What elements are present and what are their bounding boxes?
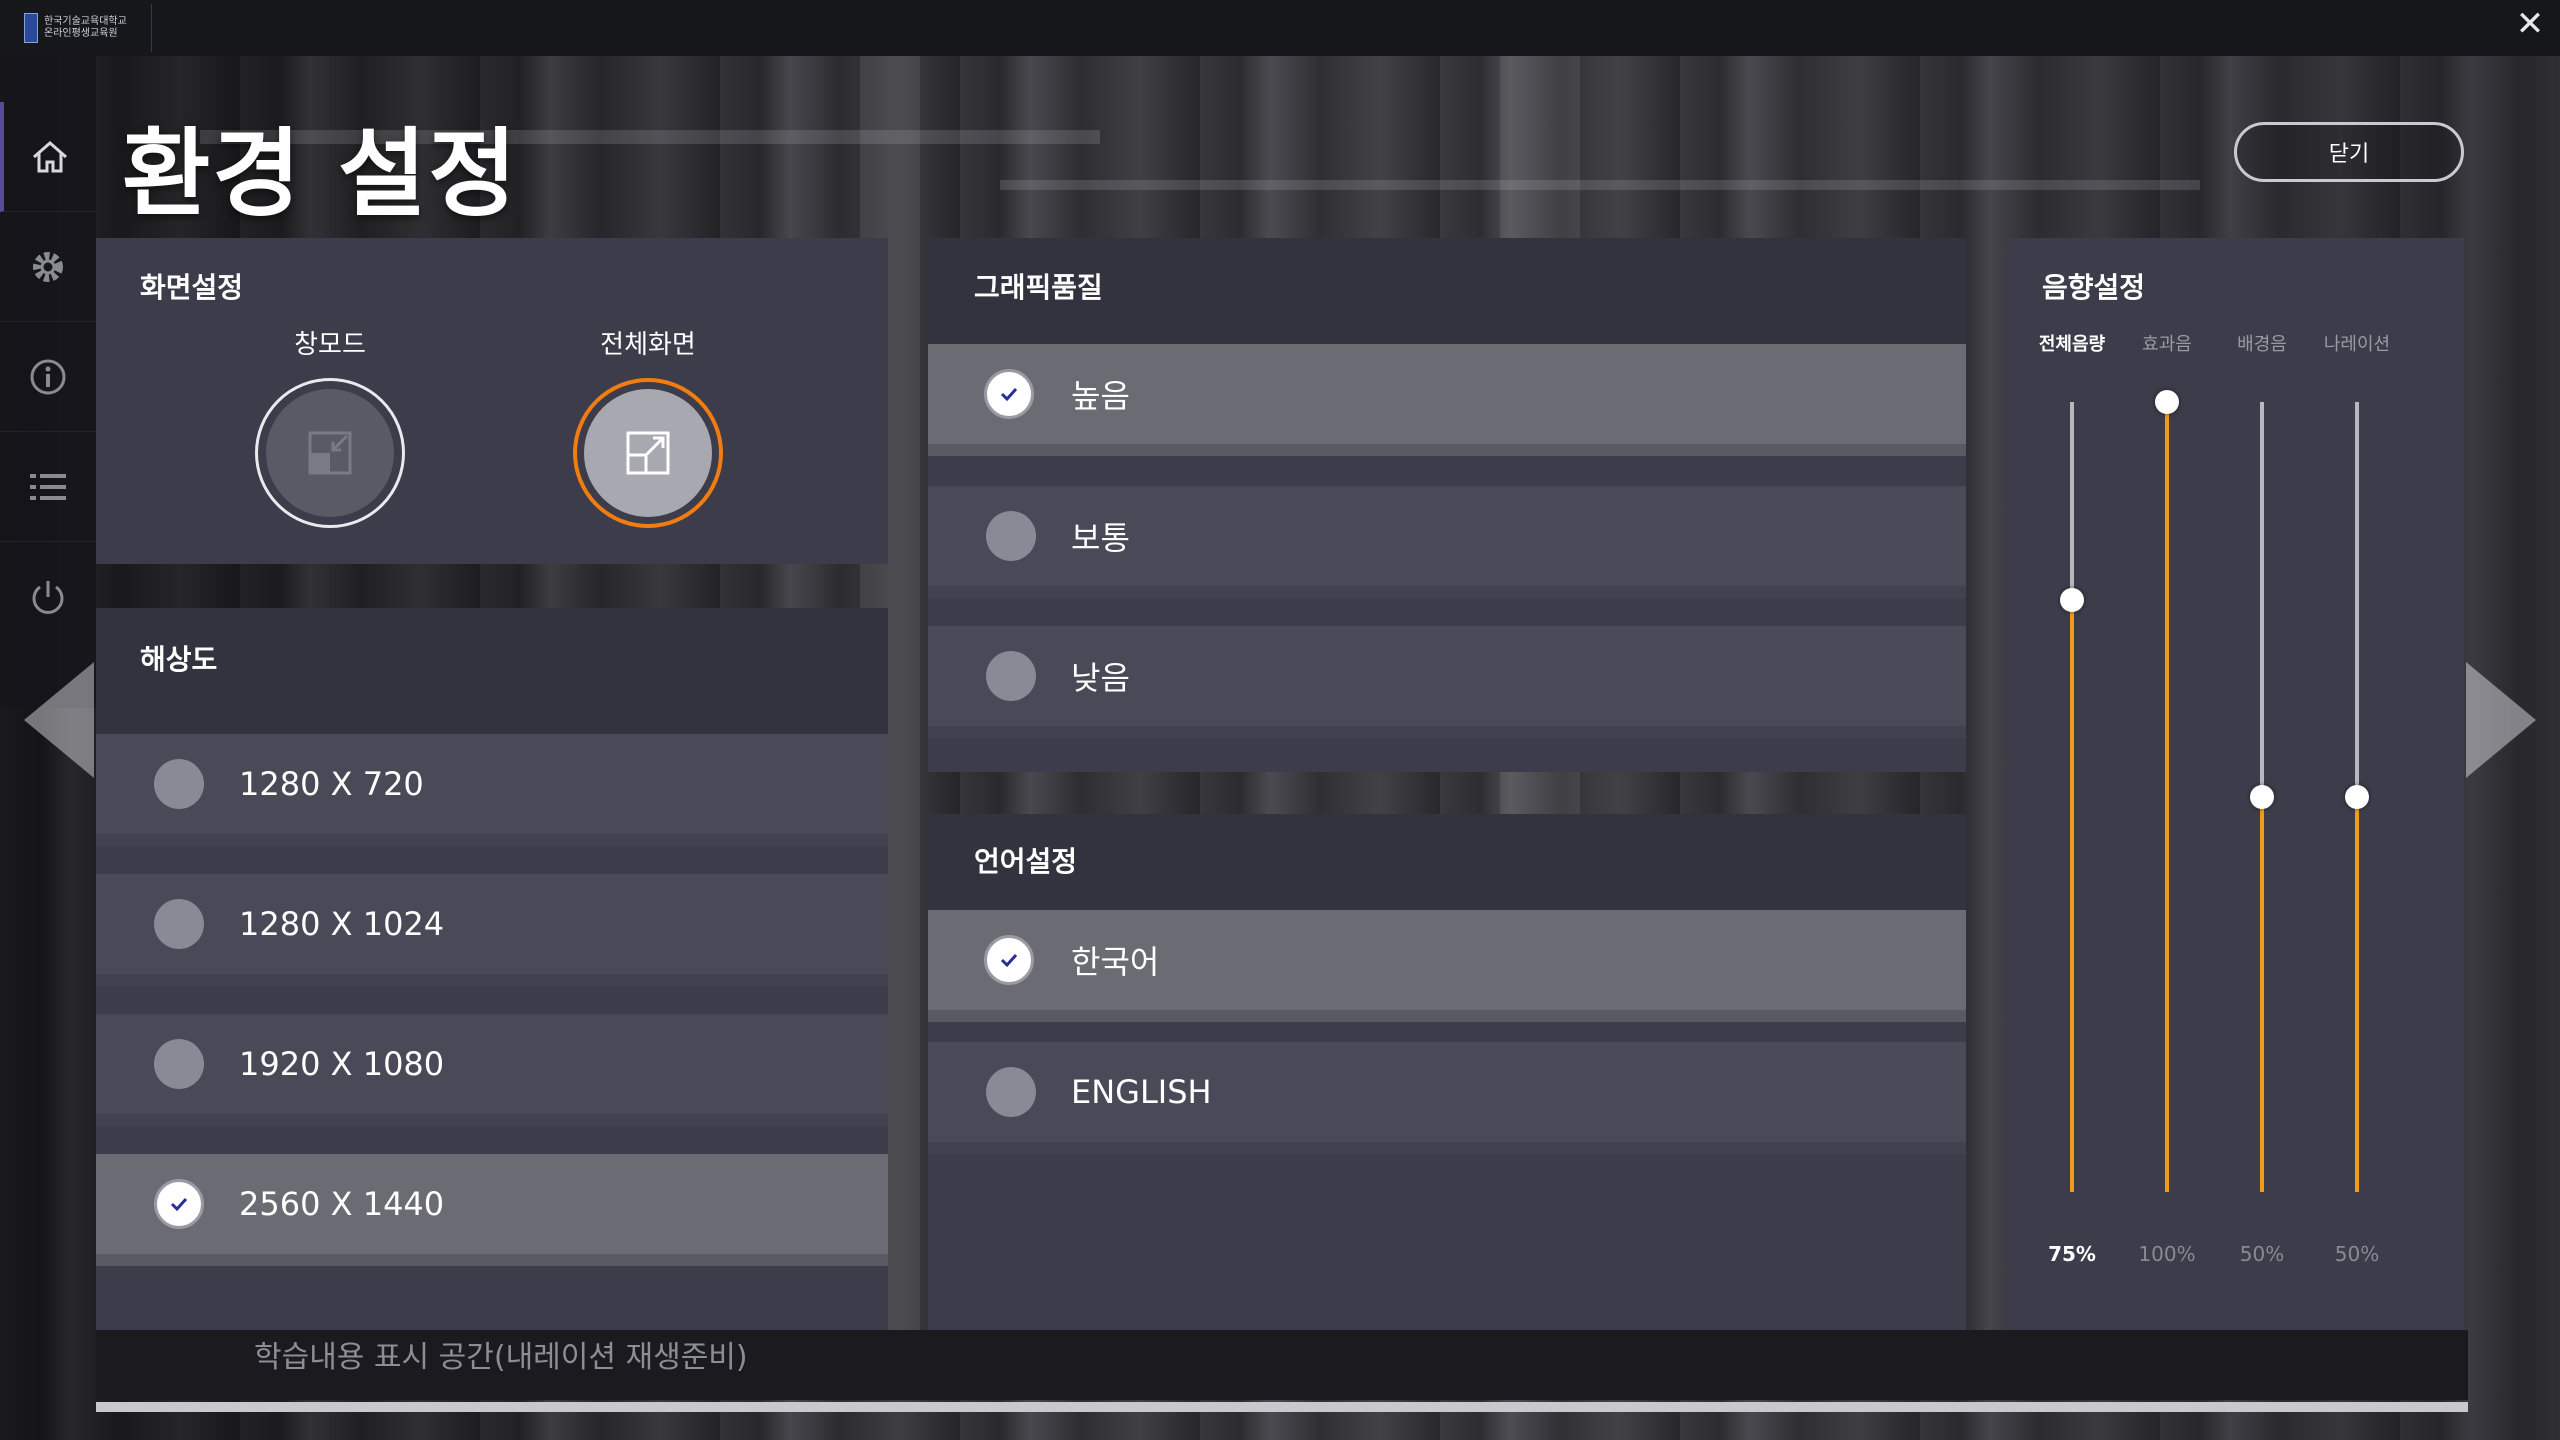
- slider-value-bgm: 50%: [2239, 1242, 2285, 1266]
- graphics-option-label: 높음: [1071, 377, 1130, 415]
- sound-header: 음향설정: [2042, 271, 2146, 304]
- sidebar-item-list[interactable]: [0, 432, 96, 542]
- radio-button[interactable]: [986, 511, 1036, 561]
- slider-fill: [2355, 797, 2359, 1192]
- resolution-option-label: 2560 X 1440: [239, 1185, 445, 1223]
- page-title: 환경 설정: [122, 118, 519, 230]
- graphics-option-label: 낮음: [1071, 659, 1130, 697]
- window-mode-button[interactable]: [255, 378, 405, 528]
- resolution-option[interactable]: 1280 X 1024: [96, 874, 888, 986]
- radio-button[interactable]: [154, 1039, 204, 1089]
- resolution-option-label: 1280 X 720: [239, 765, 424, 803]
- sidebar-item-info[interactable]: [0, 322, 96, 432]
- language-header: 언어설정: [974, 845, 1078, 878]
- logo: 한국기술교육대학교 온라인평생교육원: [24, 10, 150, 46]
- language-option[interactable]: ENGLISH: [928, 1042, 1966, 1154]
- slider-fill: [2260, 797, 2264, 1192]
- radio-button-checked[interactable]: [984, 369, 1034, 419]
- gear-icon: [33, 251, 63, 282]
- screen-settings-panel: 화면설정 창모드 전체화면: [96, 238, 888, 564]
- power-icon: [32, 581, 64, 614]
- graphics-option[interactable]: 보통: [928, 486, 1966, 598]
- graphics-option-selected[interactable]: 높음: [928, 344, 1966, 456]
- slider-label-effects: 효과음: [2142, 334, 2192, 355]
- sidebar-item-power[interactable]: [0, 542, 96, 652]
- slider-value-narration: 50%: [2334, 1242, 2380, 1266]
- check-icon: [1000, 387, 1018, 402]
- close-button[interactable]: 닫기: [2234, 122, 2464, 182]
- top-bar: 한국기술교육대학교 온라인평생교육원 ✕: [0, 0, 2560, 56]
- fullscreen-icon: [626, 431, 670, 475]
- prev-arrow-icon[interactable]: [24, 662, 94, 778]
- sidebar-item-home[interactable]: [0, 102, 96, 212]
- window-mode-icon: [308, 431, 352, 475]
- logo-text-line2: 온라인평생교육원: [44, 28, 118, 39]
- resolution-option-label: 1920 X 1080: [239, 1045, 445, 1083]
- resolution-header: 해상도: [140, 643, 218, 676]
- check-icon: [1000, 953, 1018, 968]
- graphics-option-label: 보통: [1071, 519, 1130, 557]
- radio-button-checked[interactable]: [154, 1179, 204, 1229]
- radio-button[interactable]: [986, 1067, 1036, 1117]
- screen-settings-header: 화면설정: [140, 271, 244, 304]
- slider-label-bgm: 배경음: [2237, 334, 2287, 355]
- slider-knob[interactable]: [2060, 587, 2084, 612]
- slider-knob[interactable]: [2155, 390, 2179, 414]
- graphics-quality-panel: 그래픽품질 높음 보통 낮음: [928, 238, 1966, 772]
- radio-button[interactable]: [986, 651, 1036, 701]
- home-icon: [33, 140, 67, 172]
- sidebar-item-settings[interactable]: [0, 212, 96, 322]
- narration-text: 학습내용 표시 공간(내레이션 재생준비): [254, 1340, 748, 1375]
- resolution-option[interactable]: 1920 X 1080: [96, 1014, 888, 1126]
- list-icon: [30, 473, 66, 500]
- graphics-quality-header: 그래픽품질: [974, 271, 1103, 304]
- slider-value-effects: 100%: [2138, 1242, 2196, 1266]
- radio-button[interactable]: [154, 899, 204, 949]
- sound-panel: 음향설정 전체음량 효과음 배경음 나레이션 75% 100% 50% 50%: [2006, 238, 2464, 1330]
- info-icon: [30, 359, 66, 394]
- check-icon: [170, 1197, 188, 1212]
- radio-button[interactable]: [154, 759, 204, 809]
- resolution-option-label: 1280 X 1024: [239, 905, 445, 943]
- slider-label-master: 전체음량: [2038, 334, 2106, 355]
- logo-emblem: [24, 13, 38, 43]
- language-option-label: 한국어: [1071, 943, 1160, 981]
- window-mode-label: 창모드: [294, 330, 366, 360]
- divider: [151, 4, 152, 52]
- graphics-option[interactable]: 낮음: [928, 626, 1966, 738]
- radio-button-checked[interactable]: [984, 935, 1034, 985]
- fullscreen-button[interactable]: [573, 378, 723, 528]
- resolution-option[interactable]: 1280 X 720: [96, 734, 888, 846]
- background-pipe: [1000, 180, 2200, 190]
- resolution-panel: 해상도 1280 X 720 1280 X 1024 1920 X 1080 2…: [96, 608, 888, 1330]
- close-icon[interactable]: ✕: [2512, 6, 2548, 42]
- slider-fill: [2070, 599, 2074, 1192]
- slider-fill: [2165, 402, 2169, 1192]
- language-panel: 언어설정 한국어 ENGLISH: [928, 814, 1966, 1330]
- fullscreen-label: 전체화면: [600, 330, 696, 360]
- logo-text-line1: 한국기술교육대학교: [44, 16, 127, 27]
- slider-label-narration: 나레이션: [2323, 334, 2391, 355]
- resolution-option-selected[interactable]: 2560 X 1440: [96, 1154, 888, 1266]
- language-option-label: ENGLISH: [1071, 1073, 1212, 1111]
- language-option-selected[interactable]: 한국어: [928, 910, 1966, 1022]
- next-arrow-icon[interactable]: [2466, 662, 2536, 778]
- narration-progress-line: [96, 1402, 2468, 1412]
- slider-value-master: 75%: [2048, 1242, 2096, 1266]
- slider-knob[interactable]: [2345, 785, 2369, 809]
- sidebar: [0, 56, 96, 708]
- slider-knob[interactable]: [2250, 785, 2274, 809]
